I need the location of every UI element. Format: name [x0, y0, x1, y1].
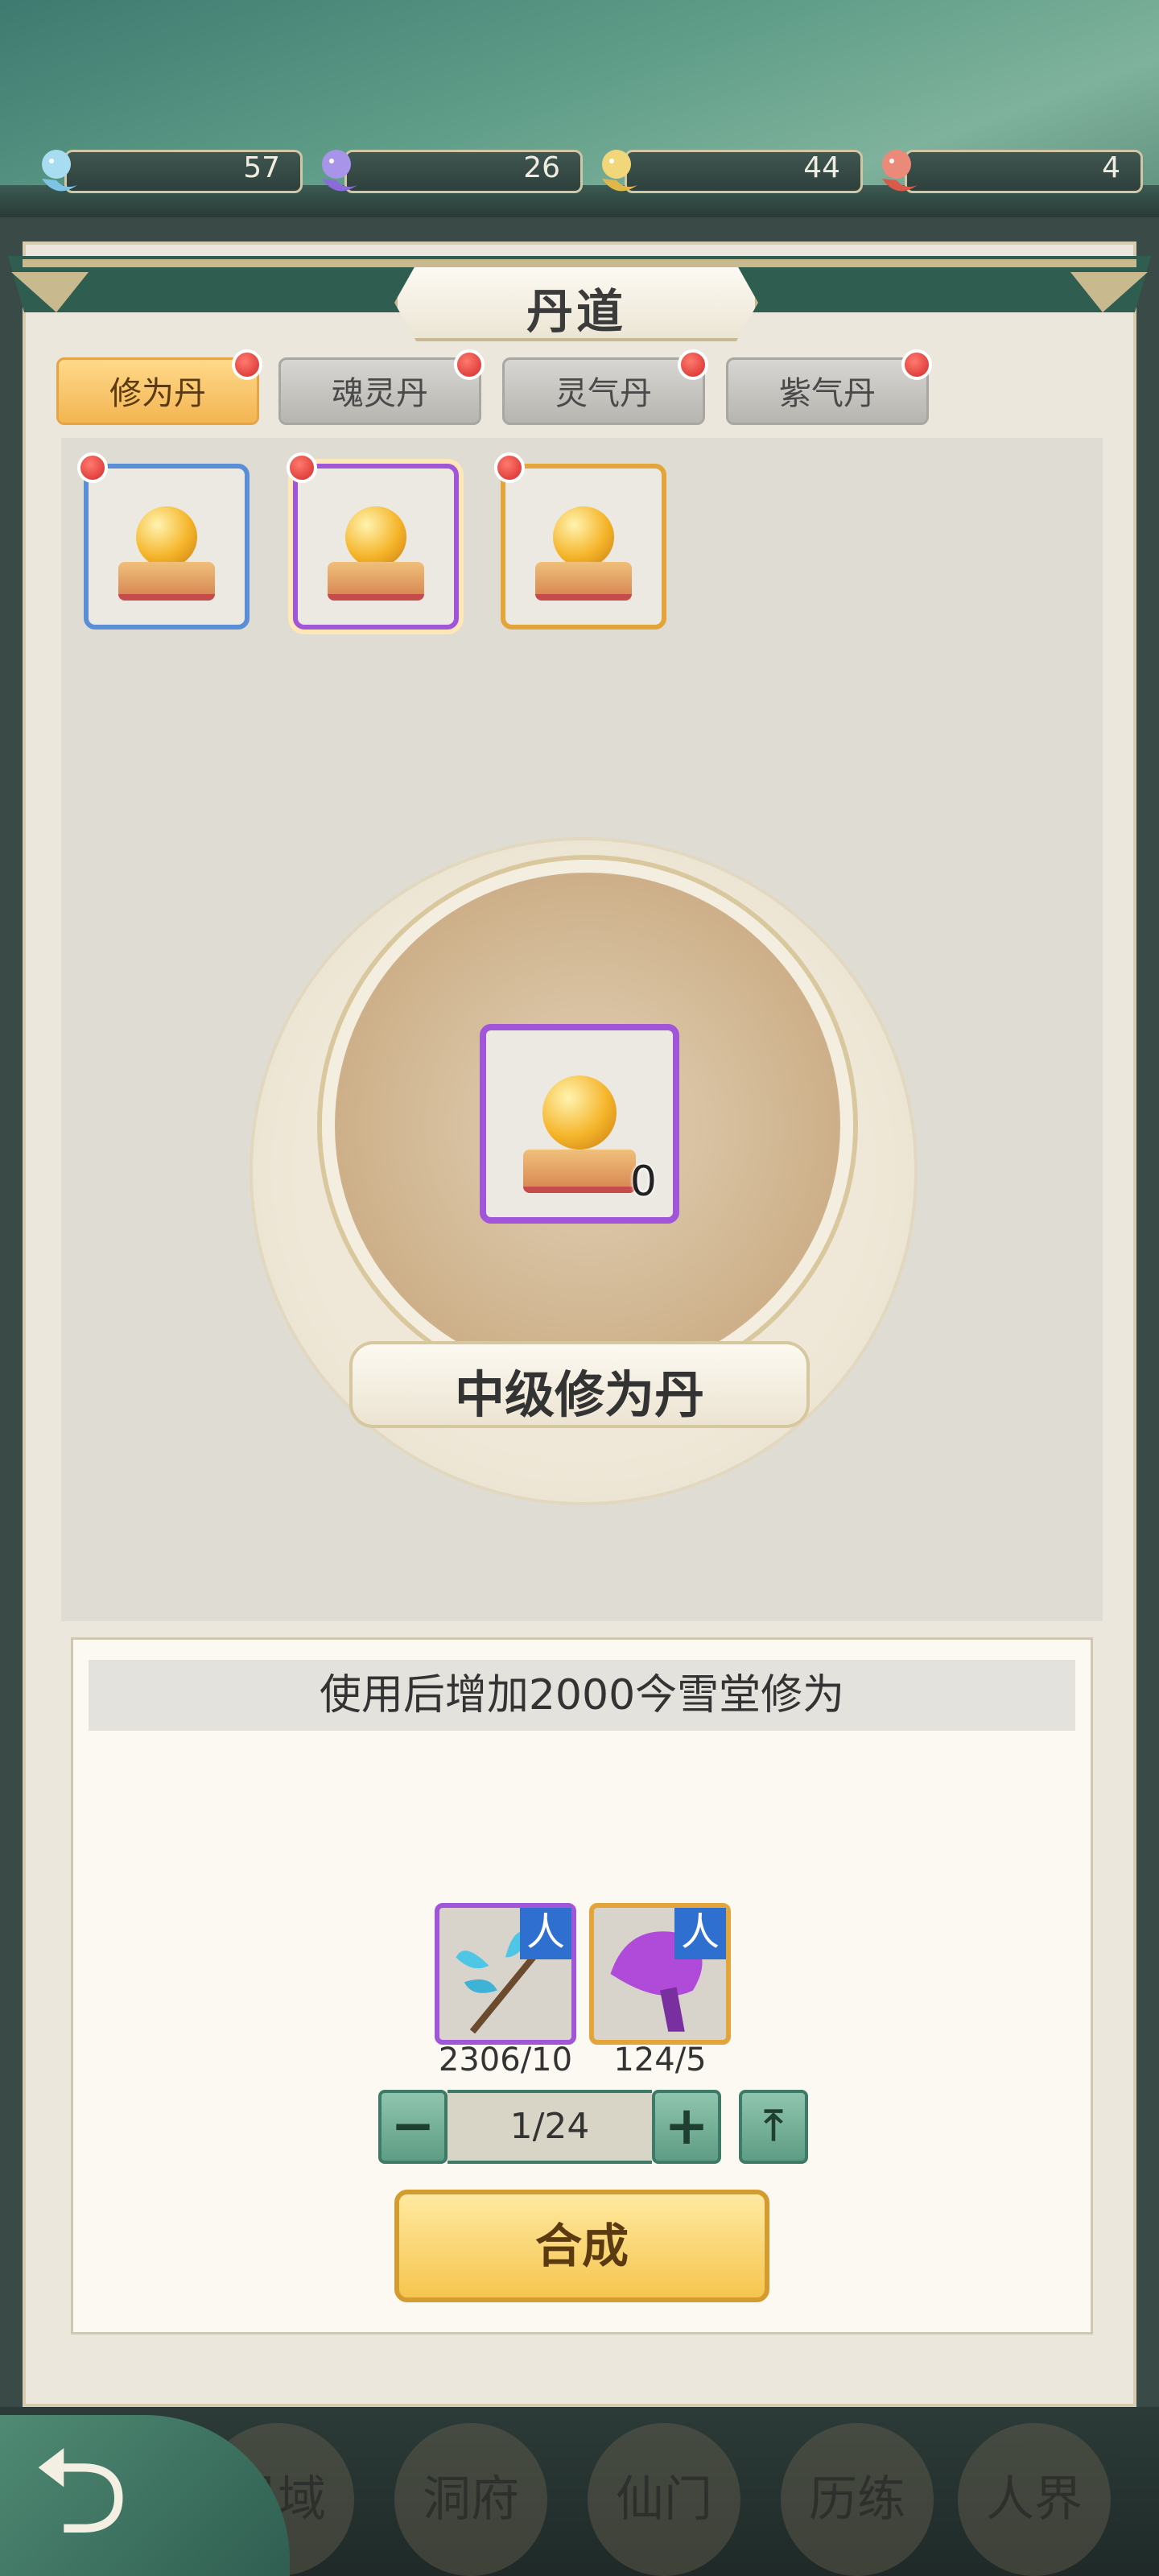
- material-slot-mushroom[interactable]: 人: [589, 1903, 731, 2045]
- material-tier: 人: [520, 1908, 571, 1959]
- pill-orb-icon: [345, 506, 406, 568]
- pedestal-icon: [118, 562, 215, 601]
- pedestal-icon: [535, 562, 632, 601]
- selected-pill[interactable]: 0: [480, 1024, 679, 1224]
- increase-button[interactable]: +: [652, 2090, 721, 2164]
- tab-lingqi[interactable]: 灵气丹: [502, 357, 705, 425]
- pill-item-purple[interactable]: [293, 464, 459, 630]
- pill-orb-icon: [542, 1075, 617, 1150]
- purple-spirit-icon: [322, 150, 357, 192]
- nav-item-dongfu[interactable]: 洞府: [394, 2423, 547, 2576]
- notification-dot: [232, 349, 262, 380]
- page-title: 丹道: [526, 284, 626, 339]
- gold-spirit-icon: [602, 150, 637, 192]
- tab-label: 魂灵丹: [332, 375, 428, 412]
- pill-item-blue[interactable]: [84, 464, 250, 630]
- resource-purple: 26: [312, 147, 583, 198]
- tab-label: 修为丹: [109, 375, 206, 412]
- notification-dot: [454, 349, 485, 380]
- pill-description: 使用后增加2000今雪堂修为: [89, 1660, 1075, 1731]
- material-count: 124/5: [613, 2041, 707, 2079]
- resource-value: 44: [803, 151, 840, 184]
- resource-value: 57: [243, 151, 280, 184]
- notification-dot: [494, 452, 525, 483]
- material-count: 2306/10: [438, 2041, 573, 2079]
- material-tier: 人: [674, 1908, 726, 1959]
- pill-count: 0: [629, 1158, 657, 1206]
- resource-red: 4: [872, 147, 1143, 198]
- pill-orb-icon: [553, 506, 614, 568]
- tab-label: 紫气丹: [779, 375, 876, 412]
- notification-dot: [678, 349, 708, 380]
- blue-spirit-icon: [42, 150, 77, 192]
- resource-value: 26: [523, 151, 560, 184]
- resource-gold: 44: [592, 147, 863, 198]
- notification-dot: [77, 452, 108, 483]
- tab-label: 灵气丹: [555, 375, 652, 412]
- max-quantity-button[interactable]: ⤒: [739, 2090, 808, 2164]
- tab-xiuwei[interactable]: 修为丹: [56, 357, 259, 425]
- pill-orb-icon: [136, 506, 197, 568]
- notification-dot: [287, 452, 317, 483]
- decrease-button[interactable]: −: [378, 2090, 448, 2164]
- back-arrow-icon: ⮌: [32, 2421, 130, 2562]
- resource-blue: 57: [32, 147, 303, 198]
- tab-ziqi[interactable]: 紫气丹: [726, 357, 929, 425]
- nav-item-lilian[interactable]: 历练: [781, 2423, 934, 2576]
- pedestal-icon: [328, 562, 424, 601]
- selected-pill-name: 中级修为丹: [454, 1365, 704, 1424]
- notification-dot: [901, 349, 932, 380]
- quantity-field[interactable]: 1/24: [448, 2090, 652, 2164]
- synthesize-button[interactable]: 合成: [394, 2190, 769, 2302]
- pedestal-icon: [523, 1150, 636, 1193]
- nav-item-renjie[interactable]: 人界: [958, 2423, 1111, 2576]
- nav-item-xianmen[interactable]: 仙门: [588, 2423, 740, 2576]
- material-slot-herb[interactable]: 人: [435, 1903, 576, 2045]
- red-spirit-icon: [882, 150, 918, 192]
- tab-hunling[interactable]: 魂灵丹: [278, 357, 481, 425]
- resource-value: 4: [1102, 151, 1120, 184]
- pill-item-gold[interactable]: [501, 464, 666, 630]
